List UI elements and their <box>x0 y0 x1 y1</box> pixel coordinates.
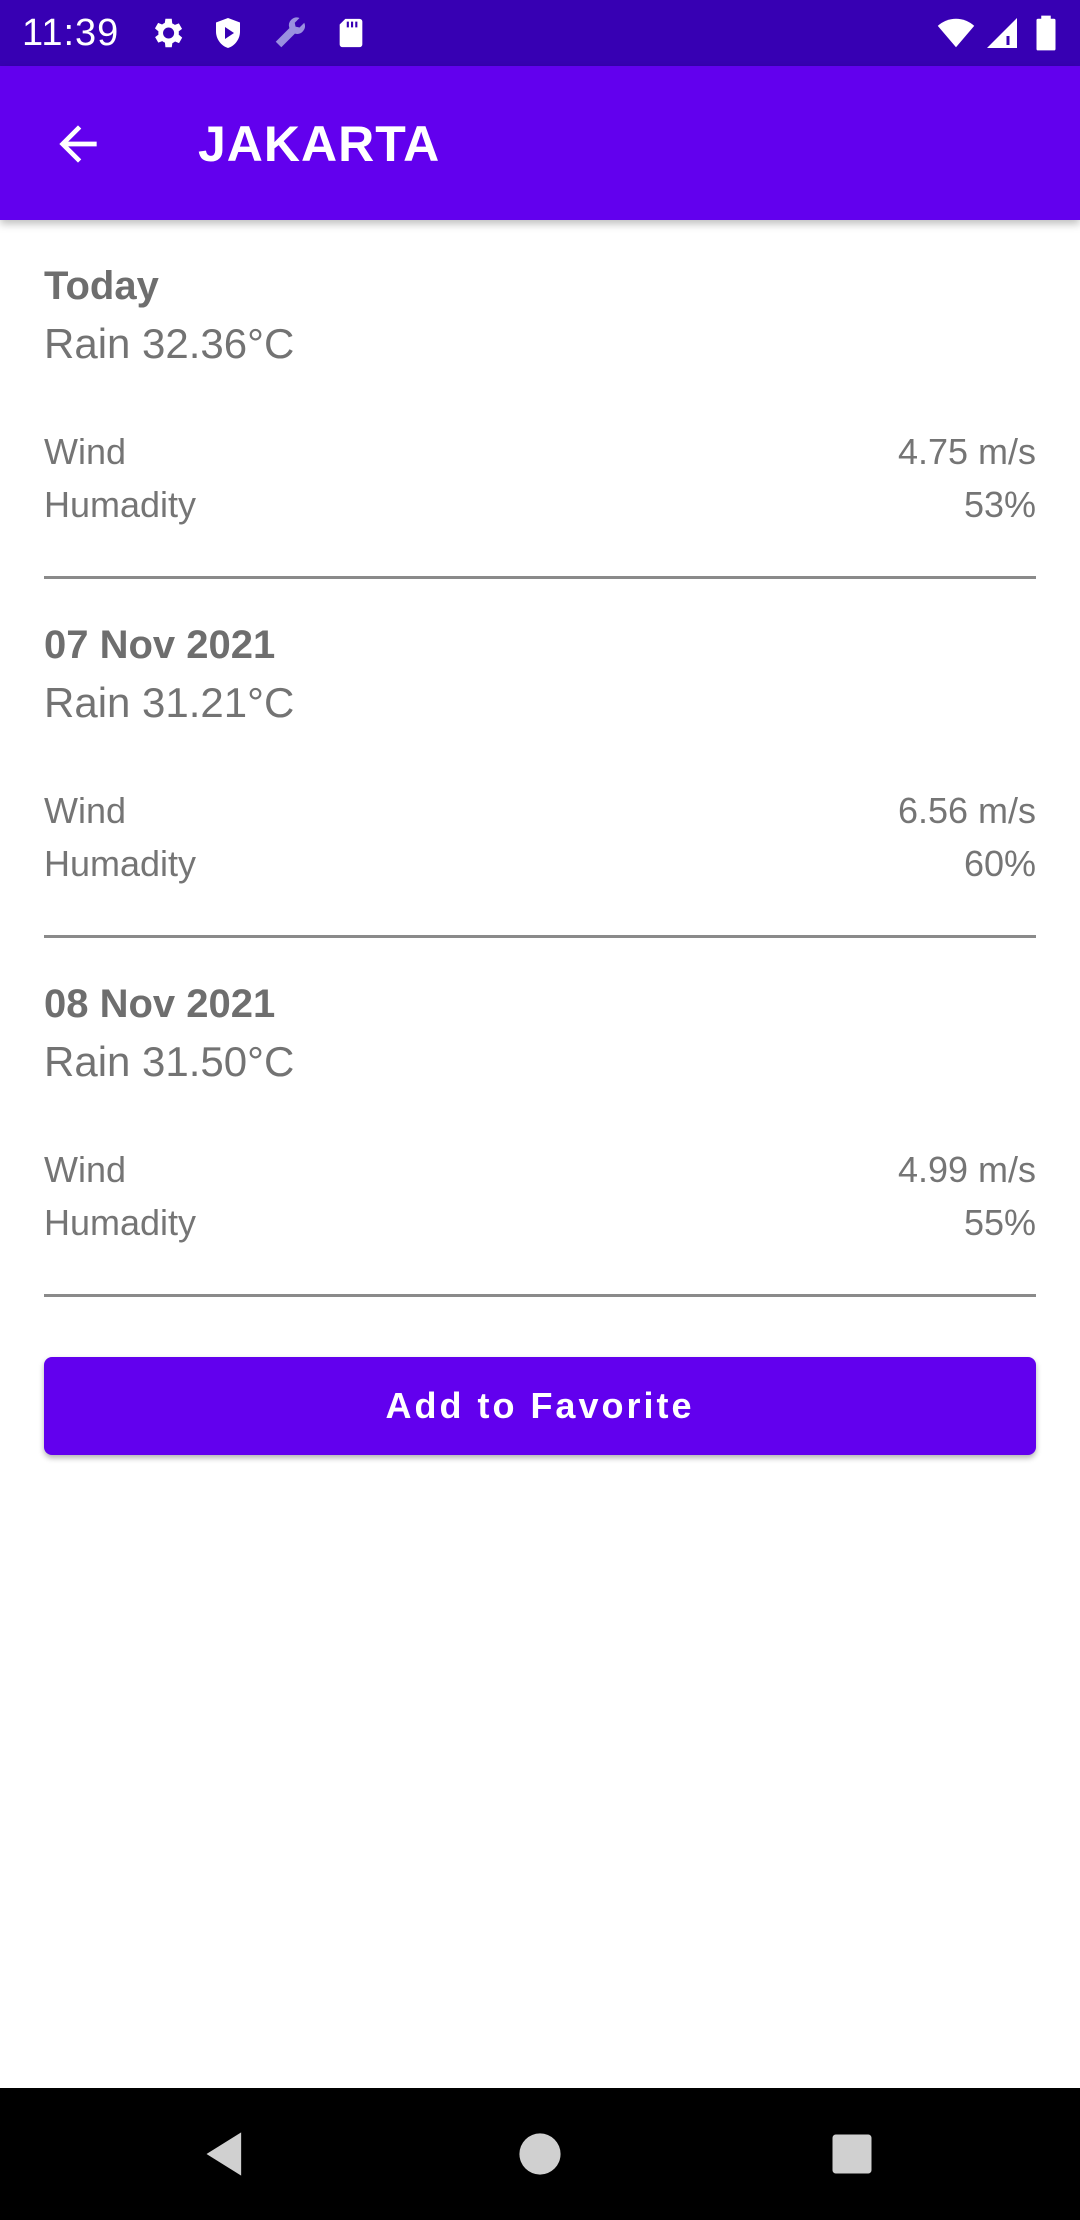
sd-card-icon <box>339 18 363 48</box>
forecast-date: 07 Nov 2021 <box>44 623 276 667</box>
back-triangle-icon[interactable] <box>200 2128 252 2180</box>
forecast-item: 07 Nov 2021 Rain 31.21°C Wind 6.56 m/s H… <box>44 579 1036 938</box>
humidity-value: 53% <box>963 484 1036 525</box>
wind-row: Wind 6.56 m/s <box>44 787 1036 835</box>
wind-label: Wind <box>44 1149 127 1190</box>
arrow-back-icon[interactable] <box>50 116 106 172</box>
app-bar: JAKARTA <box>0 66 1080 220</box>
page-title: JAKARTA <box>198 116 441 172</box>
wind-row: Wind 4.99 m/s <box>44 1146 1036 1194</box>
humidity-label: Humadity <box>44 1202 197 1243</box>
settings-icon <box>154 18 183 48</box>
wind-value: 4.99 m/s <box>897 1149 1036 1190</box>
wifi-icon <box>937 18 975 48</box>
status-time: 11:39 <box>22 12 120 54</box>
forecast-condition: Rain 32.36°C <box>44 320 295 367</box>
forecast-item: Today Rain 32.36°C Wind 4.75 m/s Humadit… <box>44 220 1036 579</box>
navigation-bar <box>0 2088 1080 2220</box>
wrench-icon <box>275 17 305 48</box>
wind-label: Wind <box>44 790 127 831</box>
forecast-date: 08 Nov 2021 <box>44 982 276 1026</box>
humidity-value: 60% <box>963 843 1036 884</box>
home-circle-icon[interactable] <box>514 2128 566 2180</box>
wind-value: 4.75 m/s <box>897 431 1036 472</box>
humidity-row: Humadity 60% <box>44 840 1036 888</box>
shield-icon <box>216 18 240 48</box>
signal-icon <box>987 18 1017 48</box>
status-bar: 11:39 <box>0 0 1080 66</box>
forecast-condition: Rain 31.21°C <box>44 679 295 726</box>
humidity-row: Humadity 53% <box>44 481 1036 529</box>
battery-icon <box>1036 15 1056 51</box>
humidity-label: Humadity <box>44 843 197 884</box>
wind-value: 6.56 m/s <box>897 790 1036 831</box>
humidity-row: Humadity 55% <box>44 1199 1036 1247</box>
wind-label: Wind <box>44 431 127 472</box>
humidity-value: 55% <box>963 1202 1036 1243</box>
forecast-condition: Rain 31.50°C <box>44 1038 295 1085</box>
forecast-item: 08 Nov 2021 Rain 31.50°C Wind 4.99 m/s H… <box>44 938 1036 1297</box>
forecast-date: Today <box>44 264 159 308</box>
add-to-favorite-button[interactable]: Add to Favorite <box>44 1357 1036 1455</box>
wind-row: Wind 4.75 m/s <box>44 428 1036 476</box>
humidity-label: Humadity <box>44 484 197 525</box>
recents-square-icon[interactable] <box>826 2128 878 2180</box>
